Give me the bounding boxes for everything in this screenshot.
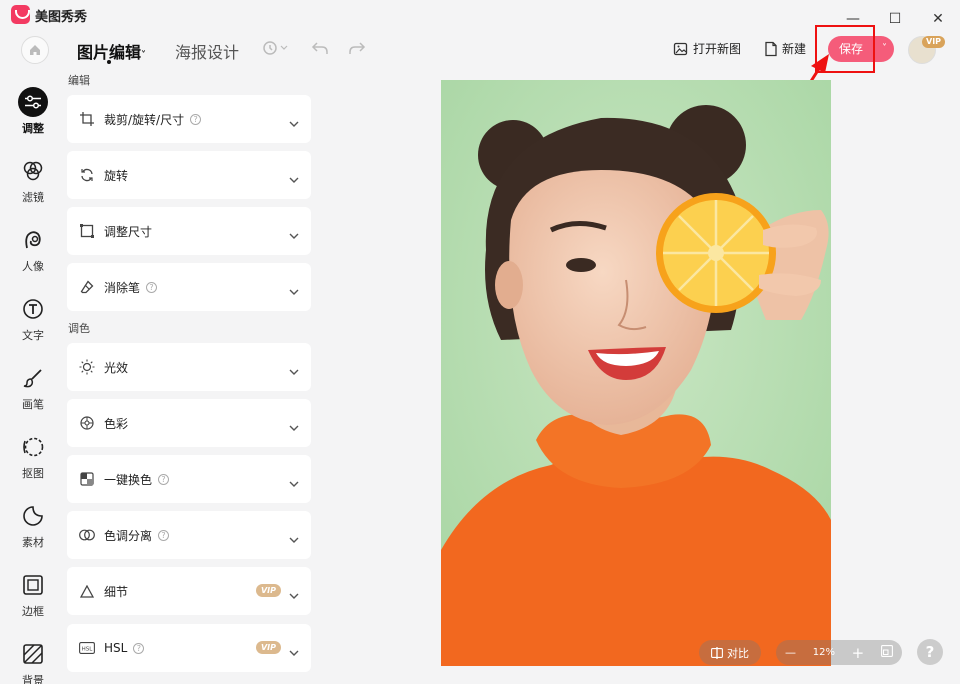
nav-item-brush[interactable]: 画笔 xyxy=(0,363,66,412)
portrait-photo xyxy=(441,80,831,666)
help-icon[interactable]: ? xyxy=(158,473,170,485)
new-file-icon xyxy=(765,41,777,56)
nav-item-filter[interactable]: 滤镜 xyxy=(0,156,66,205)
nav-item-frame[interactable]: 边框 xyxy=(0,570,66,619)
panel-item-resize[interactable]: 调整尺寸 xyxy=(67,207,311,255)
rotate-icon xyxy=(79,167,95,183)
eraser-icon xyxy=(79,279,95,295)
new-button[interactable]: 新建 xyxy=(764,40,806,57)
panel-item-hsl[interactable]: HSL HSL ? VIP xyxy=(67,624,311,672)
panel-item-eraser[interactable]: 消除笔 ? xyxy=(67,263,311,311)
save-options-button[interactable]: ˅ xyxy=(874,36,894,62)
chevron-down-icon xyxy=(289,584,299,603)
panel-item-light[interactable]: 光效 xyxy=(67,343,311,391)
help-icon[interactable]: ? xyxy=(146,281,158,293)
sliders-icon xyxy=(18,87,48,117)
zoom-controls: — 12% + xyxy=(776,640,902,665)
highlight-annotation-box xyxy=(815,25,875,73)
app-name: 美图秀秀 xyxy=(35,10,88,25)
home-icon xyxy=(30,45,40,55)
chevron-down-icon xyxy=(289,416,299,435)
text-icon xyxy=(18,294,48,324)
chevron-down-icon xyxy=(289,528,299,547)
chevron-down-icon xyxy=(289,168,299,187)
compare-button[interactable]: 对比 xyxy=(699,640,761,665)
chevron-down-icon xyxy=(289,280,299,299)
panel-item-posterize[interactable]: 色调分离 ? xyxy=(67,511,311,559)
nav-item-text[interactable]: 文字 xyxy=(0,294,66,343)
section-label-edit: 编辑 xyxy=(68,74,90,87)
redo-icon[interactable] xyxy=(348,40,366,60)
posterize-icon xyxy=(79,527,95,543)
image-add-icon xyxy=(673,42,688,55)
help-icon[interactable]: ? xyxy=(133,642,145,654)
vip-badge: VIP xyxy=(255,641,281,654)
active-tab-indicator xyxy=(107,60,111,64)
history-icon[interactable] xyxy=(262,40,288,60)
resize-icon xyxy=(79,223,95,239)
tab-poster-design[interactable]: 海报设计 xyxy=(175,39,239,63)
nav-item-portrait[interactable]: 人像 xyxy=(0,225,66,274)
undo-icon[interactable] xyxy=(311,40,329,60)
zoom-out-button[interactable]: — xyxy=(785,646,796,659)
triangle-icon xyxy=(79,583,95,599)
color-swap-icon xyxy=(79,471,95,487)
canvas-photo[interactable] xyxy=(441,80,831,666)
chevron-down-icon xyxy=(289,224,299,243)
section-label-color: 调色 xyxy=(68,322,90,335)
hsl-icon: HSL xyxy=(79,640,95,656)
app-logo-icon xyxy=(11,5,30,24)
chevron-down-icon xyxy=(289,112,299,131)
color-wheel-icon xyxy=(79,415,95,431)
chevron-down-icon xyxy=(289,472,299,491)
chevron-down-icon xyxy=(289,360,299,379)
brush-icon xyxy=(18,363,48,393)
help-icon[interactable]: ? xyxy=(190,113,202,125)
chevron-down-icon xyxy=(289,641,299,660)
panel-item-rotate[interactable]: 旋转 xyxy=(67,151,311,199)
vip-badge: VIP xyxy=(255,584,281,597)
frame-icon xyxy=(18,570,48,600)
help-icon[interactable]: ? xyxy=(158,529,170,541)
sun-icon xyxy=(79,359,95,375)
panel-item-detail[interactable]: 细节 VIP xyxy=(67,567,311,615)
cutout-icon xyxy=(18,432,48,462)
nav-item-sticker[interactable]: 素材 xyxy=(0,501,66,550)
home-button[interactable] xyxy=(21,36,49,64)
fit-screen-icon[interactable] xyxy=(881,645,893,660)
panel-item-color[interactable]: 色彩 xyxy=(67,399,311,447)
nav-item-background[interactable]: 背景 xyxy=(0,639,66,684)
compare-icon xyxy=(711,646,723,659)
zoom-in-button[interactable]: + xyxy=(852,644,865,662)
close-button[interactable]: ✕ xyxy=(927,8,949,30)
background-icon xyxy=(18,639,48,669)
filter-circles-icon xyxy=(18,156,48,186)
nav-item-cutout[interactable]: 抠图 xyxy=(0,432,66,481)
chevron-down-icon: ˅ xyxy=(882,43,887,54)
chevron-down-icon: ˅ xyxy=(141,50,147,61)
help-button[interactable]: ? xyxy=(917,639,943,665)
open-new-image-button[interactable]: 打开新图 xyxy=(673,40,741,57)
portrait-icon xyxy=(18,225,48,255)
crop-icon xyxy=(79,111,95,127)
svg-text:HSL: HSL xyxy=(82,647,94,653)
panel-item-color-swap[interactable]: 一键换色 ? xyxy=(67,455,311,503)
zoom-level: 12% xyxy=(812,647,835,658)
tab-image-edit[interactable]: 图片编辑˅ xyxy=(77,39,146,63)
sticker-icon xyxy=(18,501,48,531)
nav-item-adjust[interactable]: 调整 xyxy=(0,87,66,136)
vip-badge: VIP xyxy=(922,36,946,48)
panel-item-crop[interactable]: 裁剪/旋转/尺寸 ? xyxy=(67,95,311,143)
maximize-button[interactable]: ☐ xyxy=(884,8,906,30)
